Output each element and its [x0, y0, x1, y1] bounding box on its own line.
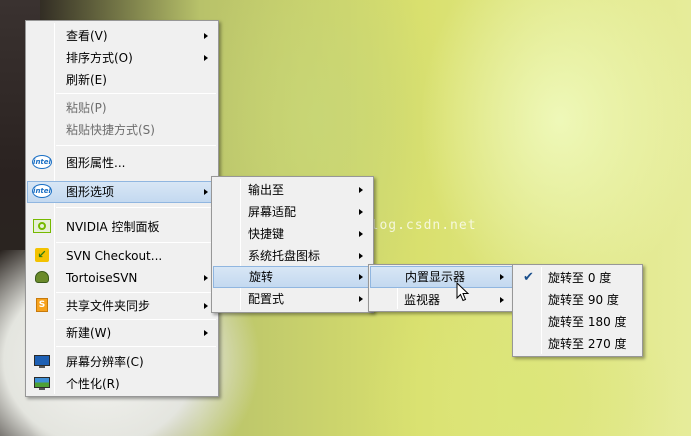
- rotate-angle-submenu: ✔ 旋转至 0 度 旋转至 90 度 旋转至 180 度 旋转至 270 度: [512, 264, 643, 357]
- tortoise-icon: [32, 269, 52, 285]
- menu-item-svn-checkout[interactable]: ↙ SVN Checkout...: [28, 245, 216, 267]
- menu-item-label: 旋转至 270 度: [548, 337, 627, 351]
- submenu-arrow-icon: [204, 303, 208, 309]
- checkmark-icon: ✔: [523, 270, 534, 285]
- menu-item-label: NVIDIA 控制面板: [66, 220, 160, 234]
- submenu-arrow-icon: [359, 187, 363, 193]
- menu-item-graphics-options[interactable]: intel 图形选项: [27, 181, 217, 203]
- menu-item-label: 旋转至 0 度: [548, 271, 612, 285]
- submenu-item-screen-fit[interactable]: 屏幕适配: [214, 201, 371, 223]
- submenu-arrow-icon: [204, 330, 208, 336]
- submenu-arrow-icon: [500, 297, 504, 303]
- menu-item-label: TortoiseSVN: [66, 271, 138, 285]
- graphics-options-submenu: 输出至 屏幕适配 快捷键 系统托盘图标 旋转 配置式: [211, 176, 374, 313]
- menu-item-tortoisesvn[interactable]: TortoiseSVN: [28, 267, 216, 289]
- nvidia-logo-icon: [32, 218, 52, 234]
- submenu-arrow-icon: [359, 231, 363, 237]
- submenu-arrow-icon: [204, 33, 208, 39]
- menu-item-label: 旋转至 90 度: [548, 293, 619, 307]
- menu-item-label: 屏幕适配: [248, 205, 297, 219]
- menu-separator: [56, 346, 216, 347]
- submenu-arrow-icon: [204, 275, 208, 281]
- rotate-90-item[interactable]: 旋转至 90 度: [515, 289, 640, 311]
- menu-item-label: 旋转至 180 度: [548, 315, 627, 329]
- menu-item-new[interactable]: 新建(W): [28, 322, 216, 344]
- menu-item-nvidia-control-panel[interactable]: NVIDIA 控制面板: [28, 216, 216, 238]
- menu-item-refresh[interactable]: 刷新(E): [28, 69, 216, 91]
- menu-item-label: 刷新(E): [66, 73, 107, 87]
- submenu-item-rotation[interactable]: 旋转: [213, 266, 372, 288]
- menu-item-label: 输出至: [248, 183, 285, 197]
- submenu-arrow-icon: [204, 189, 208, 195]
- menu-item-sort-by[interactable]: 排序方式(O): [28, 47, 216, 69]
- intel-logo-icon: intel: [32, 154, 52, 170]
- menu-item-label: 排序方式(O): [66, 51, 133, 65]
- submenu-arrow-icon: [204, 55, 208, 61]
- rotate-0-item[interactable]: ✔ 旋转至 0 度: [515, 267, 640, 289]
- menu-separator: [56, 207, 216, 208]
- submenu-arrow-icon: [359, 296, 363, 302]
- desktop-context-menu: 查看(V) 排序方式(O) 刷新(E) 粘贴(P) 粘贴快捷方式(S) inte…: [25, 20, 219, 397]
- menu-item-label: 共享文件夹同步: [66, 299, 151, 313]
- menu-item-label: 旋转: [249, 270, 274, 284]
- menu-item-label: 系统托盘图标: [248, 249, 321, 263]
- menu-item-label: 粘贴(P): [66, 101, 107, 115]
- submenu-item-builtin-display[interactable]: 内置显示器: [370, 266, 513, 288]
- menu-item-paste-shortcut[interactable]: 粘贴快捷方式(S): [28, 119, 216, 141]
- menu-separator: [56, 93, 216, 94]
- submenu-arrow-icon: [359, 253, 363, 259]
- menu-item-label: 配置式: [248, 292, 285, 306]
- mouse-pointer-icon: [456, 282, 470, 302]
- menu-item-screen-resolution[interactable]: 屏幕分辨率(C): [28, 351, 216, 373]
- menu-item-paste[interactable]: 粘贴(P): [28, 97, 216, 119]
- menu-separator: [56, 145, 216, 146]
- submenu-arrow-icon: [500, 274, 504, 280]
- menu-item-label: 新建(W): [66, 326, 112, 340]
- submenu-arrow-icon: [359, 209, 363, 215]
- svn-checkout-icon: ↙: [32, 247, 52, 263]
- menu-item-shared-folder-sync[interactable]: S 共享文件夹同步: [28, 295, 216, 317]
- rotation-submenu: 内置显示器 监视器: [368, 264, 515, 312]
- submenu-item-hotkeys[interactable]: 快捷键: [214, 223, 371, 245]
- menu-item-label: SVN Checkout...: [66, 249, 163, 263]
- menu-item-label: 粘贴快捷方式(S): [66, 123, 155, 137]
- personalize-monitor-icon: [32, 375, 52, 391]
- rotate-270-item[interactable]: 旋转至 270 度: [515, 333, 640, 355]
- menu-item-personalize[interactable]: 个性化(R): [28, 373, 216, 395]
- shared-folder-sync-icon: S: [32, 297, 52, 313]
- menu-item-view[interactable]: 查看(V): [28, 25, 216, 47]
- intel-logo-icon: intel: [32, 183, 52, 199]
- submenu-item-output-to[interactable]: 输出至: [214, 179, 371, 201]
- menu-separator: [56, 242, 216, 243]
- menu-item-label: 查看(V): [66, 29, 108, 43]
- monitor-icon: [32, 353, 52, 369]
- menu-separator: [56, 292, 216, 293]
- menu-separator: [56, 319, 216, 320]
- menu-item-label: 监视器: [404, 293, 441, 307]
- menu-item-label: 快捷键: [248, 227, 285, 241]
- menu-item-label: 图形选项: [66, 185, 115, 199]
- rotate-180-item[interactable]: 旋转至 180 度: [515, 311, 640, 333]
- submenu-item-profiles[interactable]: 配置式: [214, 288, 371, 310]
- submenu-item-tray-icon[interactable]: 系统托盘图标: [214, 245, 371, 267]
- menu-item-label: 屏幕分辨率(C): [66, 355, 144, 369]
- submenu-arrow-icon: [359, 274, 363, 280]
- submenu-item-monitor[interactable]: 监视器: [371, 289, 512, 311]
- menu-item-label: 图形属性...: [66, 156, 126, 170]
- menu-item-label: 个性化(R): [66, 377, 120, 391]
- menu-item-graphics-properties[interactable]: intel 图形属性...: [28, 152, 216, 174]
